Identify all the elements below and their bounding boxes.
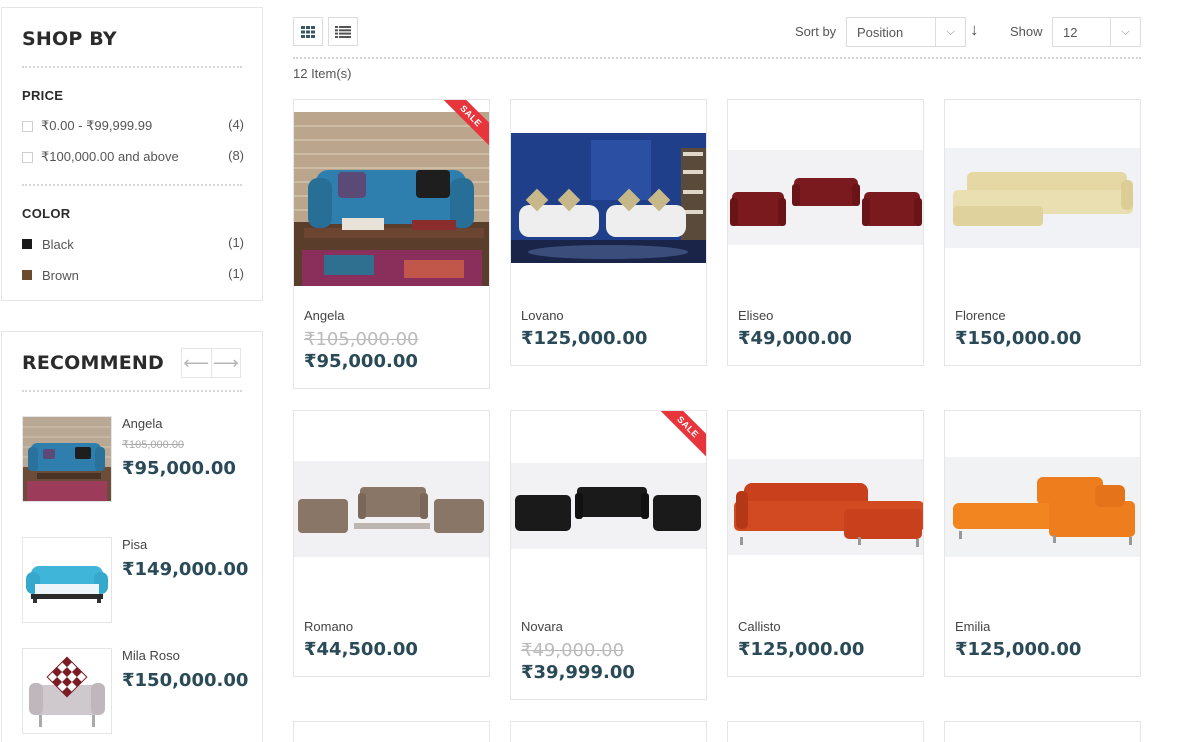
chevron-down-icon[interactable]: ⌵: [935, 18, 965, 46]
recommend-name[interactable]: Mila Roso: [122, 648, 180, 663]
sort-by-value[interactable]: Position: [857, 25, 903, 40]
checkbox[interactable]: [22, 120, 33, 132]
list-view-icon: [335, 25, 351, 38]
product-price: ₹44,500.00: [304, 639, 418, 660]
grid-view-button[interactable]: [293, 17, 323, 46]
recommend-item[interactable]: Angela ₹105,000.00 ₹95,000.00: [22, 416, 244, 508]
product-card[interactable]: SALE Novara ₹49,000.00 ₹39,999.00: [510, 410, 707, 700]
recommend-title: RECOMMEND: [22, 352, 164, 374]
product-card[interactable]: Romano ₹44,500.00: [293, 410, 490, 677]
product-name[interactable]: Angela: [304, 308, 344, 323]
arrow-right-icon[interactable]: ⟶: [212, 349, 241, 377]
product-image[interactable]: [294, 411, 489, 599]
color-swatch[interactable]: [22, 270, 32, 280]
product-name[interactable]: Callisto: [738, 619, 781, 634]
color-filter-title: COLOR: [22, 206, 71, 221]
limiter-value[interactable]: 12: [1063, 25, 1077, 40]
product-image[interactable]: [511, 411, 706, 599]
color-filter-option-black[interactable]: Black (1): [22, 235, 244, 253]
product-card[interactable]: SALE Angela ₹105,000.00 ₹95,000.00: [293, 99, 490, 389]
product-card[interactable]: Lovano ₹125,000.00: [510, 99, 707, 366]
shop-by-title: SHOP BY: [22, 28, 117, 50]
product-name[interactable]: Emilia: [955, 619, 990, 634]
product-old-price: ₹105,000.00: [304, 329, 419, 350]
recommend-old-price: ₹105,000.00: [122, 439, 185, 451]
option-count: (1): [228, 235, 244, 250]
color-option-label[interactable]: Brown: [42, 268, 79, 283]
product-card[interactable]: Callisto ₹125,000.00: [727, 410, 924, 677]
product-image[interactable]: [945, 411, 1140, 599]
recommend-price: ₹150,000.00: [122, 670, 249, 691]
recommend-name[interactable]: Pisa: [122, 537, 147, 552]
price-option-label[interactable]: ₹0.00 - ₹99,999.99: [41, 118, 152, 134]
price-filter-option[interactable]: ₹0.00 - ₹99,999.99 (4): [22, 117, 244, 135]
toolbar-divider: [293, 57, 1141, 59]
product-card[interactable]: Emilia ₹125,000.00: [944, 410, 1141, 677]
product-name[interactable]: Lovano: [521, 308, 564, 323]
shop-by-block: SHOP BY PRICE ₹0.00 - ₹99,999.99 (4) ₹10…: [1, 7, 263, 301]
checkbox[interactable]: [22, 151, 33, 163]
product-card[interactable]: [944, 721, 1141, 742]
product-old-price: ₹49,000.00: [521, 640, 625, 661]
recommend-price: ₹149,000.00: [122, 559, 249, 580]
color-swatch[interactable]: [22, 239, 32, 249]
show-label: Show: [1010, 24, 1043, 39]
item-count: 12 Item(s): [293, 66, 352, 81]
divider: [22, 390, 242, 392]
product-thumbnail[interactable]: [22, 648, 112, 734]
grid-view-icon: [301, 25, 315, 38]
product-thumbnail[interactable]: [22, 537, 112, 623]
product-name[interactable]: Romano: [304, 619, 353, 634]
recommend-nav: ⟵ ⟶: [181, 348, 241, 378]
product-image[interactable]: [728, 100, 923, 288]
sort-by-label: Sort by: [795, 24, 837, 39]
recommend-block: RECOMMEND ⟵ ⟶ Angela ₹105,000.00 ₹95,000…: [1, 331, 263, 742]
recommend-name[interactable]: Angela: [122, 416, 162, 431]
divider: [22, 184, 242, 186]
option-count: (1): [228, 266, 244, 281]
product-price: ₹150,000.00: [955, 328, 1082, 349]
product-card[interactable]: [510, 721, 707, 742]
sort-by-select[interactable]: Position ⌵: [846, 17, 966, 47]
color-filter-option-brown[interactable]: Brown (1): [22, 266, 244, 284]
product-card[interactable]: [727, 721, 924, 742]
price-filter-option[interactable]: ₹100,000.00 and above (8): [22, 148, 244, 166]
product-image[interactable]: [511, 100, 706, 288]
product-image[interactable]: [728, 411, 923, 599]
product-card[interactable]: Eliseo ₹49,000.00: [727, 99, 924, 366]
arrow-left-icon[interactable]: ⟵: [182, 349, 212, 377]
product-price: ₹125,000.00: [738, 639, 865, 660]
product-price: ₹39,999.00: [521, 662, 635, 683]
recommend-item[interactable]: Pisa ₹149,000.00: [22, 537, 248, 629]
chevron-down-icon[interactable]: ⌵: [1110, 18, 1140, 46]
product-price: ₹49,000.00: [738, 328, 852, 349]
product-price: ₹125,000.00: [955, 639, 1082, 660]
option-count: (4): [228, 117, 244, 132]
list-view-button[interactable]: [328, 17, 358, 46]
product-card[interactable]: Florence ₹150,000.00: [944, 99, 1141, 366]
product-image[interactable]: [945, 100, 1140, 288]
recommend-item[interactable]: Mila Roso ₹150,000.00: [22, 648, 248, 740]
price-option-label[interactable]: ₹100,000.00 and above: [41, 149, 179, 165]
product-image[interactable]: [294, 100, 489, 288]
product-thumbnail[interactable]: [22, 416, 112, 502]
limiter-select[interactable]: 12 ⌵: [1052, 17, 1141, 47]
product-name[interactable]: Novara: [521, 619, 563, 634]
option-count: (8): [228, 148, 244, 163]
divider: [22, 66, 242, 68]
price-filter-title: PRICE: [22, 88, 64, 103]
product-price: ₹125,000.00: [521, 328, 648, 349]
color-option-label[interactable]: Black: [42, 237, 74, 252]
sort-down-arrow-icon[interactable]: ↓: [970, 20, 979, 40]
product-price: ₹95,000.00: [304, 351, 418, 372]
product-name[interactable]: Florence: [955, 308, 1006, 323]
product-name[interactable]: Eliseo: [738, 308, 773, 323]
product-card[interactable]: [293, 721, 490, 742]
recommend-price: ₹95,000.00: [122, 458, 236, 479]
